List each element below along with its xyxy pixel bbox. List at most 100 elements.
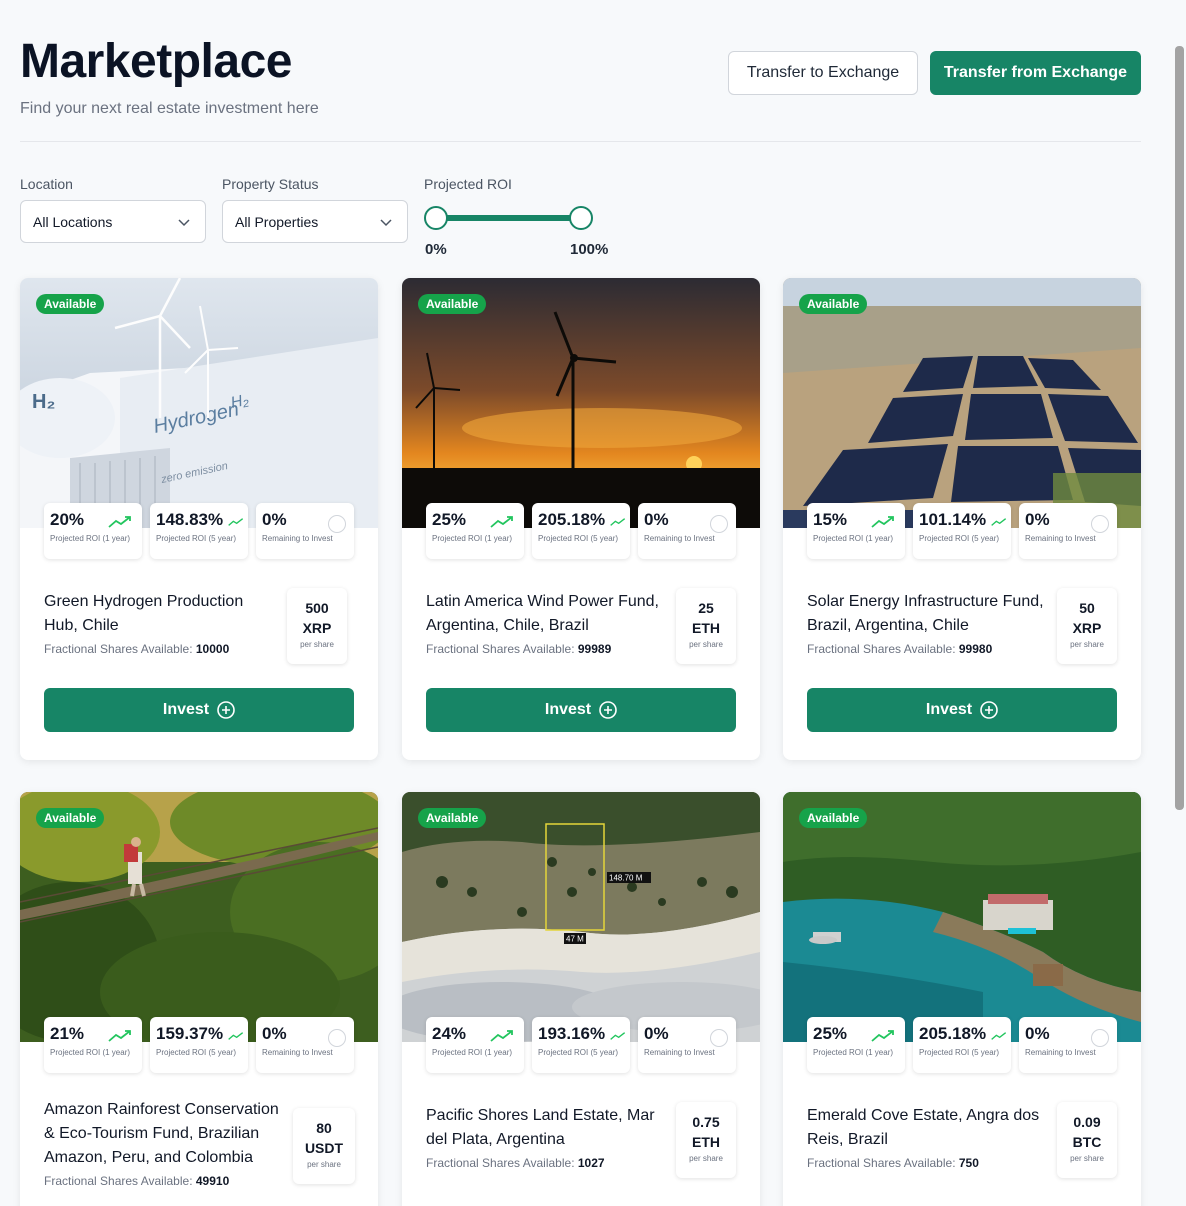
property-name: Emerald Cove Estate, Angra dos Reis, Bra…	[807, 1107, 1040, 1148]
trend-up-icon	[610, 1032, 626, 1040]
price-per-share: per share	[1070, 1154, 1104, 1163]
property-name: Amazon Rainforest Conservation & Eco-Tou…	[44, 1101, 279, 1166]
invest-button[interactable]: Invest	[426, 688, 736, 732]
plus-circle-icon	[980, 701, 998, 719]
roi-slider-track[interactable]	[436, 215, 581, 221]
card-stats: 25% Projected ROI (1 year) 205.18% Proje…	[807, 1017, 1117, 1073]
header-divider	[20, 141, 1141, 142]
roi-slider-min-thumb[interactable]	[424, 206, 448, 230]
svg-text:H₂: H₂	[32, 391, 55, 413]
property-name: Solar Energy Infrastructure Fund, Brazil…	[807, 593, 1044, 634]
roi-5y-label: Projected ROI (5 year)	[156, 1048, 237, 1057]
status-badge: Available	[418, 294, 487, 314]
progress-circle-icon	[1091, 515, 1109, 533]
price-amount: 25	[698, 600, 714, 616]
property-card: Available 25% Projected ROI (1 year) 205…	[783, 792, 1141, 1206]
price-currency: USDT	[304, 1140, 344, 1156]
remaining-stat: 0% Remaining to Invest	[638, 503, 736, 559]
status-badge: Available	[36, 808, 105, 828]
roi-1y-label: Projected ROI (1 year)	[50, 1048, 131, 1057]
roi-1y-stat: 21% Projected ROI (1 year)	[44, 1017, 142, 1073]
price-box: 500 XRP per share	[287, 588, 347, 664]
price-box: 0.09 BTC per share	[1057, 1102, 1117, 1178]
roi-5y-stat: 205.18% Projected ROI (5 year)	[532, 503, 630, 559]
roi-1y-stat: 25% Projected ROI (1 year)	[807, 1017, 905, 1073]
card-stats: 24% Projected ROI (1 year) 193.16% Proje…	[426, 1017, 736, 1073]
shares-available: Fractional Shares Available: 49910	[44, 1174, 230, 1188]
shares-available: Fractional Shares Available: 750	[807, 1156, 979, 1170]
roi-5y-stat: 205.18% Projected ROI (5 year)	[913, 1017, 1011, 1073]
roi-5y-label: Projected ROI (5 year)	[919, 1048, 1000, 1057]
property-image-beach-land: 148.70 M 47 M	[402, 792, 760, 1042]
trend-up-icon	[490, 516, 513, 528]
remaining-label: Remaining to Invest	[644, 534, 715, 543]
property-card: H₂ Hydrogen H₂ zero emission Available 2…	[20, 278, 378, 760]
page-scrollbar[interactable]	[1175, 46, 1184, 810]
plot-height-label: 47 M	[566, 935, 584, 944]
price-currency: XRP	[1072, 620, 1102, 636]
shares-available: Fractional Shares Available: 1027	[426, 1156, 605, 1170]
remaining-label: Remaining to Invest	[262, 534, 333, 543]
remaining-stat: 0% Remaining to Invest	[638, 1017, 736, 1073]
price-per-share: per share	[1070, 640, 1104, 649]
price-currency: XRP	[302, 620, 332, 636]
roi-1y-stat: 25% Projected ROI (1 year)	[426, 503, 524, 559]
shares-available: Fractional Shares Available: 99980	[807, 642, 993, 656]
progress-circle-icon	[328, 515, 346, 533]
card-stats: 21% Projected ROI (1 year) 159.37% Proje…	[44, 1017, 354, 1073]
transfer-from-exchange-button[interactable]: Transfer from Exchange	[930, 51, 1141, 95]
status-badge: Available	[36, 294, 105, 314]
property-image-rainforest	[20, 792, 378, 1042]
remaining-stat: 0% Remaining to Invest	[1019, 1017, 1117, 1073]
location-select[interactable]: All Locations	[20, 200, 206, 243]
progress-circle-icon	[710, 515, 728, 533]
transfer-to-exchange-button[interactable]: Transfer to Exchange	[728, 51, 918, 95]
trend-up-icon	[991, 1032, 1007, 1040]
remaining-stat: 0% Remaining to Invest	[256, 1017, 354, 1073]
shares-available: Fractional Shares Available: 10000	[44, 642, 230, 656]
plot-width-label: 148.70 M	[609, 874, 643, 883]
property-image-coastal-villa	[783, 792, 1141, 1042]
price-amount: 80	[316, 1120, 332, 1136]
remaining-label: Remaining to Invest	[1025, 1048, 1096, 1057]
trend-up-icon	[991, 518, 1007, 526]
property-image-wind-sunset	[402, 278, 760, 528]
shares-available: Fractional Shares Available: 99989	[426, 642, 612, 656]
property-card: Available 15% Projected ROI (1 year) 101…	[783, 278, 1141, 760]
trend-up-icon	[871, 516, 894, 528]
trend-up-icon	[871, 1030, 894, 1042]
remaining-stat: 0% Remaining to Invest	[1019, 503, 1117, 559]
page-subtitle: Find your next real estate investment he…	[20, 100, 319, 117]
trend-up-icon	[490, 1030, 513, 1042]
property-image-hydrogen-plant: H₂ Hydrogen H₂ zero emission	[20, 278, 378, 528]
price-amount: 500	[305, 600, 329, 616]
invest-button[interactable]: Invest	[807, 688, 1117, 732]
status-select[interactable]: All Properties	[222, 200, 408, 243]
progress-circle-icon	[328, 1029, 346, 1047]
price-per-share: per share	[689, 1154, 723, 1163]
location-select-value: All Locations	[33, 213, 113, 230]
roi-5y-stat: 193.16% Projected ROI (5 year)	[532, 1017, 630, 1073]
roi-1y-label: Projected ROI (1 year)	[432, 534, 513, 543]
location-filter-label: Location	[20, 176, 73, 192]
roi-1y-stat: 15% Projected ROI (1 year)	[807, 503, 905, 559]
trend-up-icon	[228, 1032, 244, 1040]
roi-5y-label: Projected ROI (5 year)	[156, 534, 237, 543]
roi-5y-stat: 159.37% Projected ROI (5 year)	[150, 1017, 248, 1073]
chevron-down-icon	[178, 218, 190, 226]
price-per-share: per share	[689, 640, 723, 649]
progress-circle-icon	[1091, 1029, 1109, 1047]
trend-up-icon	[108, 1030, 131, 1042]
property-card: Available 21% Projected ROI (1 year) 159…	[20, 792, 378, 1206]
remaining-stat: 0% Remaining to Invest	[256, 503, 354, 559]
invest-button[interactable]: Invest	[44, 688, 354, 732]
price-amount: 0.09	[1073, 1114, 1101, 1130]
plus-circle-icon	[599, 701, 617, 719]
progress-circle-icon	[710, 1029, 728, 1047]
roi-slider-max-thumb[interactable]	[569, 206, 593, 230]
roi-1y-label: Projected ROI (1 year)	[432, 1048, 513, 1057]
trend-up-icon	[228, 518, 244, 526]
price-amount: 50	[1079, 600, 1095, 616]
plus-circle-icon	[217, 701, 235, 719]
roi-5y-label: Projected ROI (5 year)	[538, 534, 619, 543]
